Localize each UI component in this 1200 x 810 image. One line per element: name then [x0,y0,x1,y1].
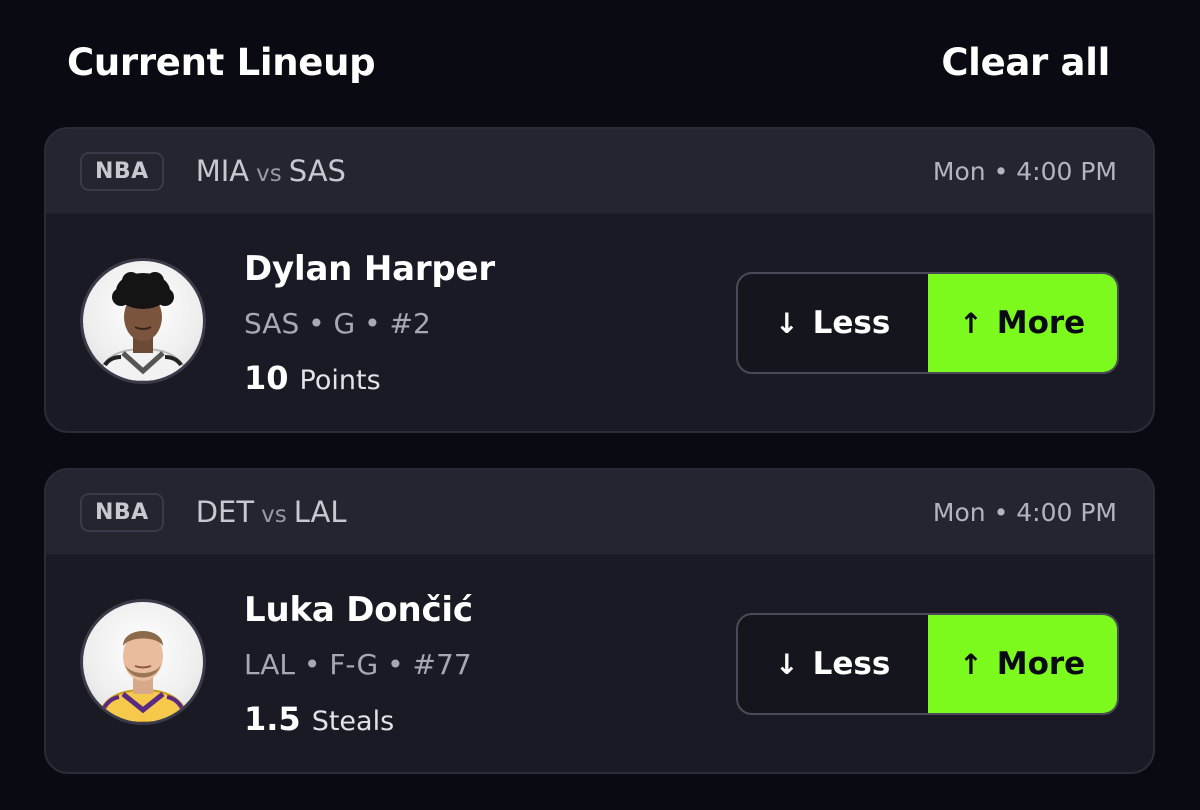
versus-label: vs [261,502,287,528]
less-more-toggle: ↓ Less ↑ More [736,613,1119,715]
stat-value: 1.5 [244,700,301,738]
arrow-down-icon: ↓ [775,306,799,340]
lineup-page: Current Lineup Clear all NBA MIA vs SAS … [0,0,1200,810]
stat-value: 10 [244,359,289,397]
game-info-bar: NBA DET vs LAL Mon • 4:00 PM [46,470,1153,556]
pick-body: Luka Dončić LAL • F-G • #77 1.5 Steals ↓… [46,556,1153,772]
away-team: SAS [288,154,346,188]
pick-card: NBA MIA vs SAS Mon • 4:00 PM Dylan Harpe… [44,127,1155,433]
game-time: Mon • 4:00 PM [932,497,1117,527]
more-label: More [996,646,1086,682]
player-avatar[interactable] [80,258,206,384]
pick-body: Dylan Harper SAS • G • #2 10 Points ↓ Le… [46,215,1153,431]
stat-line: 1.5 Steals [244,700,394,738]
matchup: DET vs LAL [196,495,347,529]
less-button[interactable]: ↓ Less [738,615,928,713]
arrow-up-icon: ↑ [959,647,983,681]
player-meta: SAS • G • #2 [244,307,431,340]
stat-line: 10 Points [244,359,381,397]
more-button[interactable]: ↑ More [927,615,1117,713]
less-button[interactable]: ↓ Less [738,274,928,372]
arrow-up-icon: ↑ [959,306,983,340]
matchup: MIA vs SAS [196,154,346,188]
stat-type: Steals [311,706,395,737]
player-avatar[interactable] [80,599,206,725]
player-headshot-icon [95,272,191,381]
game-time: Mon • 4:00 PM [932,156,1117,186]
away-team: LAL [293,495,347,529]
player-name: Dylan Harper [244,249,495,289]
home-team: DET [195,495,255,529]
pick-card: NBA DET vs LAL Mon • 4:00 PM Luka Dončić… [44,468,1155,774]
league-badge: NBA [80,492,164,532]
game-info-bar: NBA MIA vs SAS Mon • 4:00 PM [46,129,1153,215]
clear-all-button[interactable]: Clear all [941,41,1110,84]
home-team: MIA [195,154,250,188]
player-headshot-icon [95,631,191,722]
lineup-header: Current Lineup Clear all [67,36,1110,88]
league-badge: NBA [80,151,164,191]
page-title: Current Lineup [67,40,376,84]
player-name: Luka Dončić [244,590,473,630]
versus-label: vs [256,161,282,187]
less-more-toggle: ↓ Less ↑ More [736,272,1119,374]
arrow-down-icon: ↓ [775,647,799,681]
more-label: More [996,305,1086,341]
less-label: Less [812,646,891,682]
more-button[interactable]: ↑ More [927,274,1117,372]
less-label: Less [812,305,891,341]
stat-type: Points [299,365,381,396]
player-meta: LAL • F-G • #77 [244,648,472,681]
